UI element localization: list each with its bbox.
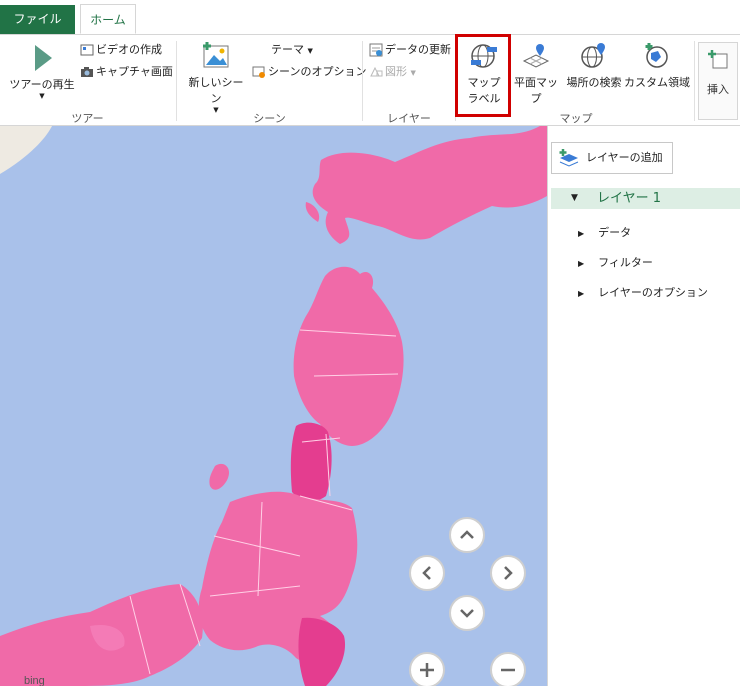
tab-home[interactable]: ホーム [80, 4, 136, 34]
layer-item-label: フィルター [598, 256, 653, 269]
add-layer-label: レイヤーの追加 [586, 151, 663, 164]
group-label-tour: ツアー [71, 112, 104, 125]
new-scene-label: 新しいシーン [188, 76, 244, 105]
capture-screen-button[interactable]: キャプチャ画面 [80, 63, 173, 79]
tab-file[interactable]: ファイル [0, 5, 75, 34]
tilt-down-button[interactable] [449, 595, 485, 631]
expand-down-icon: ▼ [571, 193, 578, 203]
layer-pane: レイヤーの追加 ▼ レイヤー 1 ▶ データ ▶ フィルター ▶ レイヤーのオプション [547, 126, 740, 686]
scene-options-icon [252, 66, 265, 78]
map-canvas[interactable]: bing [0, 126, 547, 686]
new-scene-icon [203, 42, 229, 68]
theme-label: テーマ [271, 43, 304, 56]
scene-options-button[interactable]: シーンのオプション [252, 63, 366, 79]
dropdown-arrow-icon: ▼ [307, 47, 313, 55]
chevron-down-icon [460, 609, 474, 618]
ribbon-separator [362, 41, 363, 121]
play-tour-button[interactable]: ツアーの再生 ▼ [8, 43, 76, 100]
ribbon-separator [176, 41, 177, 121]
create-video-button[interactable]: ビデオの作成 [80, 41, 162, 57]
expand-right-icon: ▶ [578, 229, 585, 238]
group-label-scene: シーン [253, 112, 286, 125]
ribbon-separator [694, 41, 695, 121]
refresh-data-button[interactable]: データの更新 [369, 41, 451, 57]
find-location-label: 場所の検索 [566, 76, 622, 89]
video-icon [80, 44, 94, 56]
custom-regions-label: カスタム領域 [624, 76, 690, 89]
flat-map-button[interactable]: 平面マップ [509, 41, 563, 106]
ribbon: ツアーの再生 ▼ ビデオの作成 キャプチャ画面 ツアー 新しいシーン ▼ テーマ… [0, 35, 740, 126]
zoom-in-button[interactable] [409, 652, 445, 686]
zoom-out-button[interactable] [490, 652, 526, 686]
insert-icon [708, 50, 728, 69]
insert-label: 挿入 [707, 83, 729, 96]
plus-icon [420, 663, 434, 677]
play-tour-label: ツアーの再生 [9, 78, 75, 91]
find-location-icon [581, 43, 605, 68]
layer-1-row[interactable]: ▼ レイヤー 1 [551, 188, 740, 209]
scene-options-label: シーンのオプション [268, 65, 367, 78]
layer-1-name: レイヤー 1 [597, 191, 662, 206]
expand-right-icon: ▶ [578, 289, 585, 298]
custom-regions-button[interactable]: カスタム領域 [624, 41, 690, 90]
chevron-right-icon [504, 566, 513, 580]
shapes-label: 図形 [385, 65, 407, 78]
insert-button[interactable]: 挿入 [698, 42, 738, 120]
rotate-right-button[interactable] [490, 555, 526, 591]
refresh-data-icon [369, 43, 383, 57]
create-video-label: ビデオの作成 [96, 43, 162, 56]
new-scene-button[interactable]: 新しいシーン ▼ [184, 41, 248, 114]
refresh-data-label: データの更新 [385, 43, 451, 56]
flat-map-icon [522, 44, 550, 68]
layer-item-label: データ [598, 226, 632, 239]
custom-regions-icon [645, 43, 668, 68]
layer-item-filter[interactable]: ▶ フィルター [578, 254, 653, 270]
rotate-left-button[interactable] [409, 555, 445, 591]
tab-bar: ファイル ホーム [0, 0, 740, 35]
theme-button[interactable]: テーマ ▼ [271, 41, 313, 57]
highlight-box [455, 34, 511, 117]
chevron-up-icon [460, 530, 474, 539]
group-label-layer: レイヤー [387, 112, 431, 125]
camera-icon [81, 67, 93, 77]
minus-icon [501, 668, 515, 672]
play-icon [35, 45, 52, 71]
dropdown-arrow-icon: ▼ [39, 92, 45, 100]
map-attribution: bing [24, 675, 45, 686]
capture-screen-label: キャプチャ画面 [96, 65, 173, 78]
find-location-button[interactable]: 場所の検索 [564, 41, 624, 90]
add-layer-icon [559, 149, 579, 167]
layer-item-data[interactable]: ▶ データ [578, 224, 631, 240]
shapes-button[interactable]: 図形 ▼ [369, 63, 416, 79]
expand-right-icon: ▶ [578, 259, 585, 268]
add-layer-button[interactable]: レイヤーの追加 [551, 142, 673, 174]
chevron-left-icon [422, 566, 431, 580]
flat-map-label: 平面マップ [514, 76, 558, 105]
layer-item-options[interactable]: ▶ レイヤーのオプション [578, 284, 708, 300]
dropdown-arrow-icon: ▼ [410, 69, 416, 77]
layer-item-label: レイヤーのオプション [598, 286, 708, 299]
tilt-up-button[interactable] [449, 517, 485, 553]
shapes-icon [370, 66, 383, 77]
